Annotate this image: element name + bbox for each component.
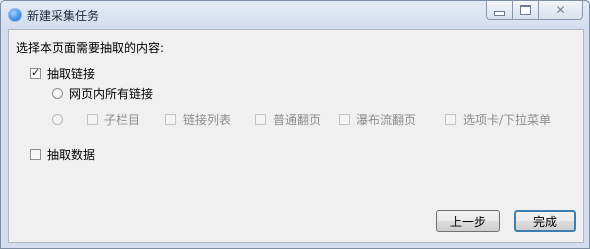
prompt-label: 选择本页面需要抽取的内容: — [16, 41, 165, 55]
sub-column-checkbox[interactable] — [87, 114, 98, 125]
sub-column-label[interactable]: 子栏目 — [104, 111, 140, 128]
app-icon — [8, 8, 22, 22]
checkmark-icon: ✓ — [31, 66, 41, 79]
extract-links-checkbox[interactable]: ✓ — [30, 66, 41, 79]
window-title: 新建采集任务 — [27, 9, 100, 23]
close-icon: ✕ — [555, 3, 566, 17]
waterfall-pagination-label[interactable]: 瀑布流翻页 — [356, 111, 416, 128]
tab-dropdown-label[interactable]: 选项卡/下拉菜单 — [463, 111, 551, 128]
normal-pagination-checkbox[interactable] — [255, 114, 266, 125]
all-links-label[interactable]: 网页内所有链接 — [69, 85, 153, 102]
title-bar[interactable]: 新建采集任务 ✕ — [1, 1, 589, 29]
dialog-body: 选择本页面需要抽取的内容: ✓ 抽取链接 网页内所有链接 子栏目 链接列表 普通… — [8, 29, 584, 243]
tab-dropdown-checkbox[interactable] — [445, 114, 456, 125]
extract-data-checkbox[interactable] — [30, 149, 41, 160]
normal-pagination-label[interactable]: 普通翻页 — [273, 111, 321, 128]
extract-data-label[interactable]: 抽取数据 — [47, 146, 95, 163]
dialog-window: 新建采集任务 ✕ 选择本页面需要抽取的内容: ✓ 抽取链接 网页内所有链接 子栏… — [0, 0, 590, 249]
all-links-radio[interactable] — [52, 88, 63, 99]
caption-buttons: ✕ — [486, 1, 583, 20]
minimize-icon — [494, 10, 505, 16]
maximize-button[interactable] — [513, 1, 539, 20]
minimize-button[interactable] — [486, 1, 513, 20]
link-list-checkbox[interactable] — [165, 114, 176, 125]
back-button[interactable]: 上一步 — [436, 210, 500, 232]
close-button[interactable]: ✕ — [539, 1, 583, 20]
maximize-icon — [520, 5, 531, 15]
extract-links-label[interactable]: 抽取链接 — [47, 65, 95, 82]
link-list-label[interactable]: 链接列表 — [183, 111, 231, 128]
finish-button[interactable]: 完成 — [514, 210, 576, 232]
specific-links-radio[interactable] — [52, 114, 63, 125]
waterfall-pagination-checkbox[interactable] — [339, 114, 350, 125]
